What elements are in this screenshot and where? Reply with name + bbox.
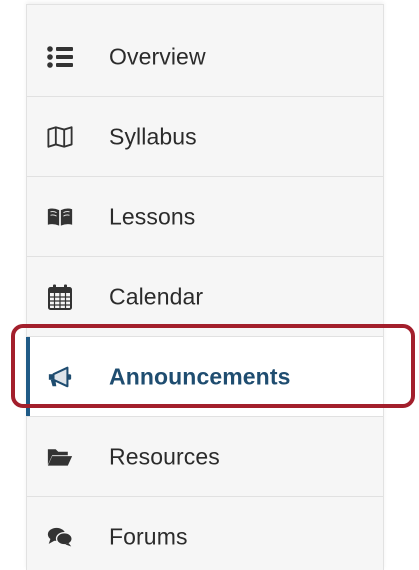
tool-menu-item-resources[interactable]: Resources	[27, 417, 383, 497]
tool-menu: Overview Syllabus Lessons Calendar Annou…	[26, 4, 384, 570]
tool-menu-item-label: Syllabus	[109, 123, 197, 149]
tool-menu-item-label: Resources	[109, 443, 220, 469]
active-indicator	[26, 337, 30, 416]
folder-open-icon	[47, 445, 73, 469]
tool-menu-item-lessons[interactable]: Lessons	[27, 177, 383, 257]
map-icon	[47, 125, 73, 149]
screenshot-stage: Overview Syllabus Lessons Calendar Annou…	[0, 0, 419, 570]
bullhorn-icon	[47, 365, 73, 389]
tool-menu-item-overview[interactable]: Overview	[27, 17, 383, 97]
tool-menu-item-announcements[interactable]: Announcements	[26, 337, 383, 417]
list-icon	[47, 45, 73, 69]
book-open-icon	[47, 205, 73, 229]
tool-menu-item-syllabus[interactable]: Syllabus	[27, 97, 383, 177]
calendar-icon	[47, 284, 73, 310]
tool-menu-item-calendar[interactable]: Calendar	[27, 257, 383, 337]
tool-menu-item-label: Overview	[109, 43, 206, 69]
comments-icon	[47, 525, 73, 549]
tool-menu-item-label: Forums	[109, 523, 188, 549]
tool-menu-item-forums[interactable]: Forums	[27, 497, 383, 570]
tool-menu-item-label: Lessons	[109, 203, 196, 229]
tool-menu-item-label: Calendar	[109, 283, 204, 309]
tool-menu-item-label: Announcements	[109, 363, 291, 389]
